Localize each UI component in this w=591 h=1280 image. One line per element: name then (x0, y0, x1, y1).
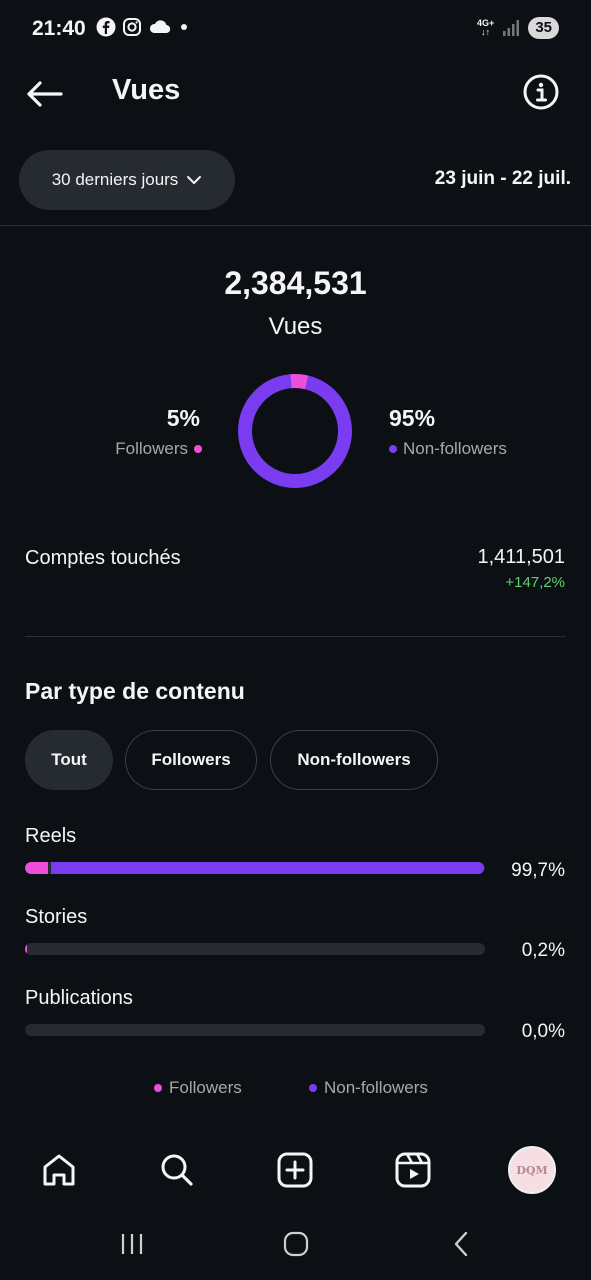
legend-followers-label: Followers (169, 1078, 242, 1097)
followers-dot (194, 445, 202, 453)
row-value-publications: 0,0% (521, 1021, 565, 1042)
reels-icon (395, 1152, 431, 1188)
bar-segment-followers (25, 862, 48, 874)
status-system-icons: 4G+ ↓↑ 35 (477, 17, 559, 39)
non-followers-label: Non-followers (403, 439, 507, 458)
arrow-left-icon (27, 81, 63, 107)
non-followers-dot (389, 445, 397, 453)
views-donut-chart (238, 374, 352, 488)
battery-level: 35 (528, 17, 559, 39)
home-icon (43, 1154, 75, 1186)
date-range-selector[interactable]: 30 derniers jours (19, 150, 235, 210)
filter-chip-followers[interactable]: Followers (125, 730, 257, 790)
row-label-publications: Publications (25, 987, 133, 1009)
avatar-logo-text: DQM (516, 1163, 548, 1177)
donut-non-followers (238, 374, 352, 488)
followers-label: Followers (115, 439, 188, 458)
total-views-label: Vues (268, 313, 323, 340)
legend-non-followers-label: Non-followers (324, 1078, 428, 1097)
filter-chip-tout[interactable]: Tout (25, 730, 113, 790)
facebook-icon (96, 17, 116, 37)
bar-stories (25, 943, 485, 955)
info-icon (523, 74, 559, 110)
bar-segment-non-followers (51, 862, 484, 874)
profile-avatar[interactable]: DQM (508, 1146, 556, 1194)
non-followers-percent: 95% (389, 405, 436, 431)
add-post-icon (277, 1152, 313, 1188)
recents-icon (121, 1234, 143, 1254)
network-indicator: 4G+ ↓↑ (477, 19, 494, 37)
instagram-icon (123, 18, 141, 36)
row-label-reels: Reels (25, 825, 77, 847)
nav-create-button[interactable] (271, 1146, 319, 1194)
chevron-down-icon (187, 176, 202, 184)
nav-home-button[interactable] (35, 1146, 83, 1194)
donut-followers (290, 374, 309, 390)
notification-dot-icon (181, 24, 187, 30)
signal-icon (503, 20, 520, 36)
legend-followers: Followers (154, 1078, 242, 1098)
non-followers-stat: 95% Non-followers (389, 405, 507, 459)
total-views: 2,384,531 (224, 265, 367, 301)
non-followers-legend: Non-followers (389, 439, 507, 459)
back-chevron-icon (454, 1231, 468, 1257)
nav-search-button[interactable] (153, 1146, 201, 1194)
accounts-reached-value: 1,411,501 (477, 546, 566, 568)
filter-chip-non-followers[interactable]: Non-followers (270, 730, 438, 790)
network-arrows: ↓↑ (481, 27, 491, 37)
bar-reels (25, 862, 485, 874)
accounts-reached-label: Comptes touchés (25, 547, 181, 569)
page-title: Vues (112, 74, 181, 106)
legend-non-followers: Non-followers (309, 1078, 428, 1098)
legend-non-followers-dot (309, 1084, 317, 1092)
row-value-stories: 0,2% (521, 940, 565, 961)
nav-reels-button[interactable] (389, 1146, 437, 1194)
section-title: Par type de contenu (25, 678, 245, 704)
bar-publications (25, 1024, 485, 1036)
followers-legend: Followers (0, 439, 202, 459)
system-home-button[interactable] (266, 1222, 326, 1266)
date-range-dates: 23 juin - 22 juil. (434, 168, 571, 189)
followers-percent: 5% (166, 405, 200, 431)
row-label-stories: Stories (25, 906, 88, 928)
system-back-button[interactable] (432, 1222, 492, 1266)
back-button[interactable] (22, 72, 66, 116)
cloud-icon (149, 20, 171, 34)
info-button[interactable] (521, 72, 561, 112)
followers-stat: 5% Followers (0, 405, 202, 459)
status-time: 21:40 (32, 17, 86, 40)
system-recents-button[interactable] (102, 1222, 162, 1266)
legend-followers-dot (154, 1084, 162, 1092)
bar-segment-followers (25, 943, 27, 955)
home-circle-icon (283, 1231, 309, 1257)
row-value-reels: 99,7% (511, 860, 565, 881)
search-icon (161, 1154, 193, 1186)
status-app-icons (96, 17, 190, 37)
accounts-reached-change: +147,2% (505, 574, 565, 591)
divider (25, 636, 566, 637)
date-range-label: 30 derniers jours (51, 170, 179, 189)
divider (0, 225, 591, 226)
